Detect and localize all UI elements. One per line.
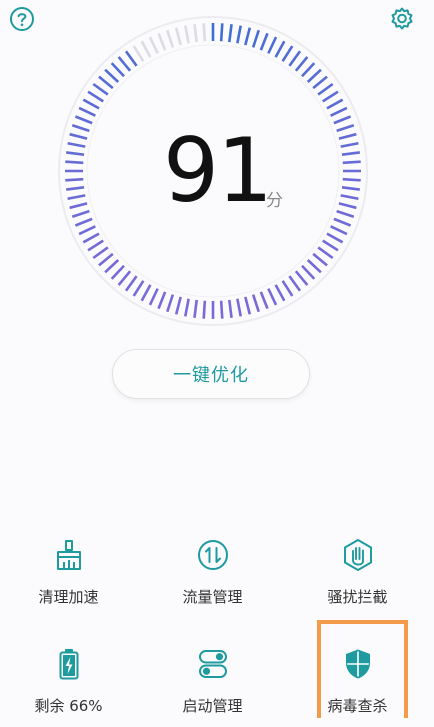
block-hand-icon xyxy=(343,539,372,571)
tool-harassment-block[interactable]: 骚扰拦截 xyxy=(285,528,430,618)
tool-battery-remaining[interactable]: 剩余 66% xyxy=(0,637,141,727)
tool-label: 流量管理 xyxy=(182,588,243,606)
battery-icon xyxy=(59,649,78,680)
one-click-optimize-button[interactable]: 一键优化 xyxy=(112,349,310,399)
score-unit: 分 xyxy=(266,191,283,211)
tool-data-management[interactable]: 流量管理 xyxy=(140,528,285,618)
tool-label: 启动管理 xyxy=(182,697,243,715)
gauge-tick-filled xyxy=(219,300,224,319)
tool-label: 骚扰拦截 xyxy=(327,588,388,606)
gauge-tick-filled xyxy=(219,23,224,42)
toggle-switch-icon xyxy=(198,650,227,678)
data-traffic-icon xyxy=(197,540,228,570)
tool-cleanup-accelerate[interactable]: 清理加速 xyxy=(0,528,141,618)
broom-icon xyxy=(56,540,81,570)
tool-label: 剩余 66% xyxy=(34,697,103,715)
score-value: 91 xyxy=(163,119,273,222)
help-icon[interactable] xyxy=(9,6,35,32)
settings-gear-icon[interactable] xyxy=(389,6,415,32)
tool-startup-management[interactable]: 启动管理 xyxy=(140,637,285,727)
gauge-tick-empty xyxy=(202,23,207,42)
gauge-tick-filled xyxy=(202,300,207,319)
tool-label: 清理加速 xyxy=(38,588,99,606)
highlight-frame xyxy=(317,620,408,718)
